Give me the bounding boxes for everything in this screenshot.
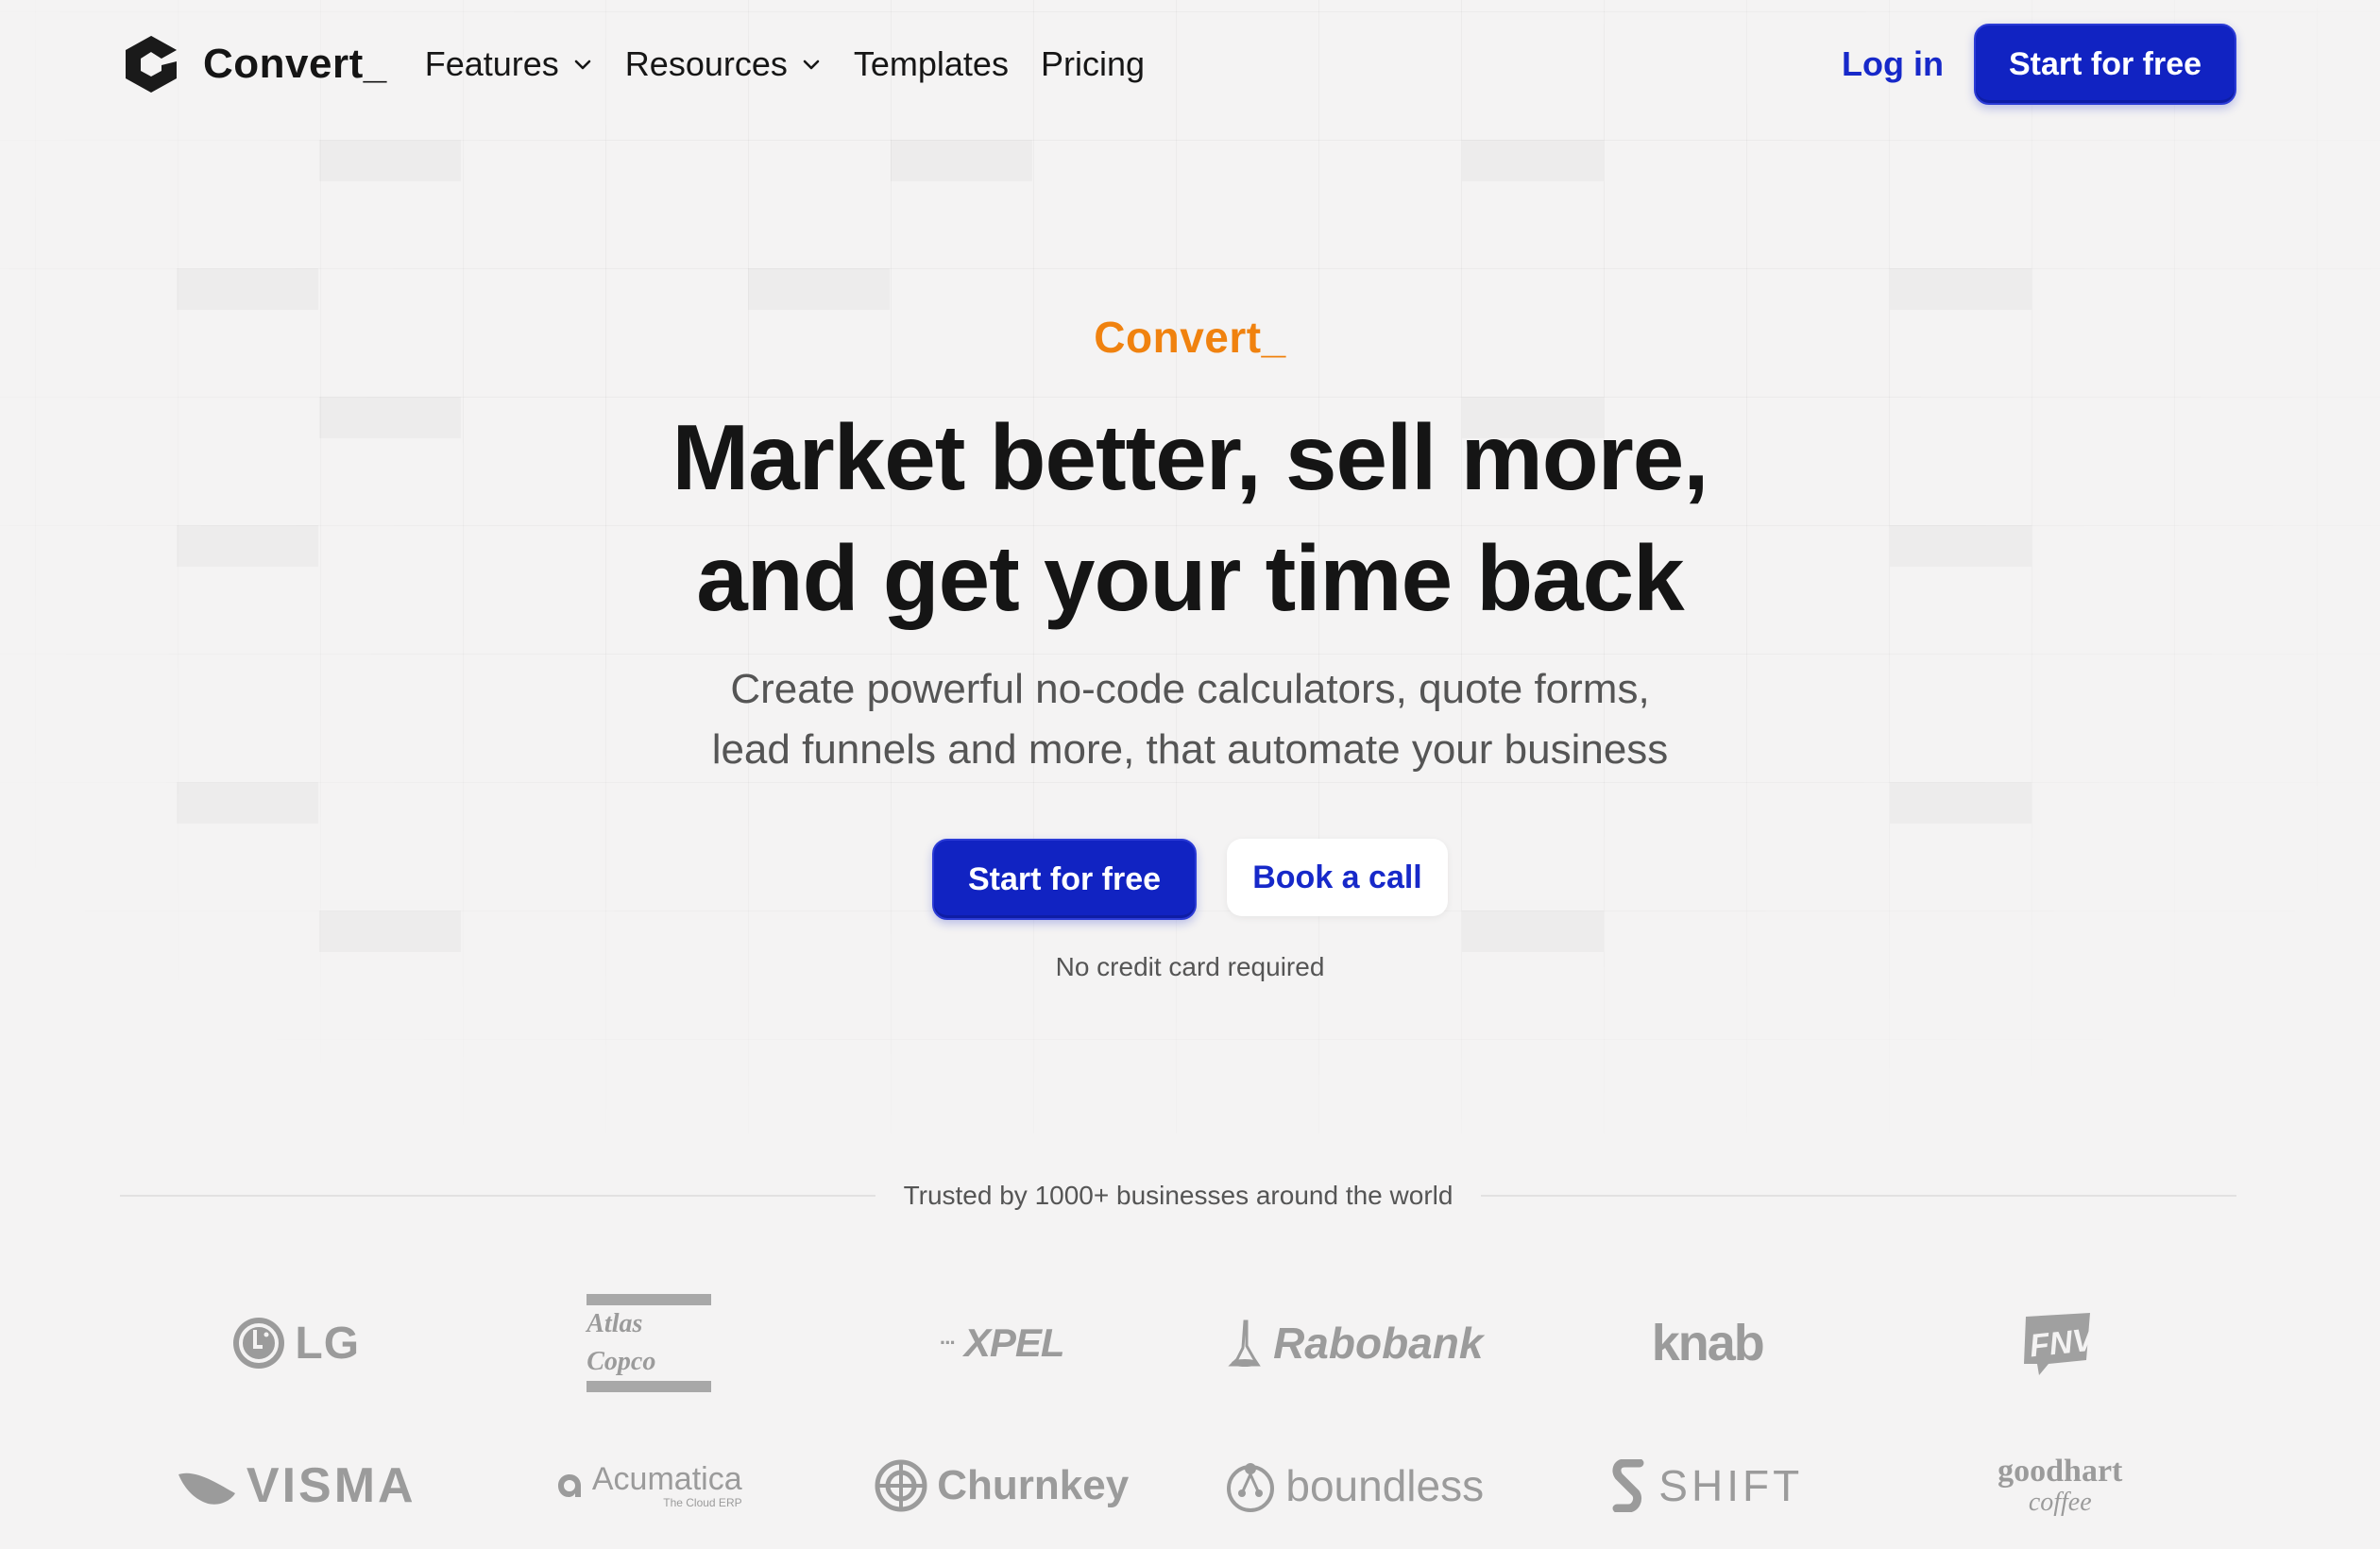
background-tile — [319, 140, 461, 181]
trusted-text: Trusted by 1000+ businesses around the w… — [903, 1181, 1454, 1210]
brand[interactable]: Convert_ — [120, 33, 387, 95]
background-tile — [891, 140, 1032, 181]
visma-logo: VISMA — [120, 1457, 473, 1514]
chevron-down-icon — [574, 60, 591, 70]
login-link[interactable]: Log in — [1842, 44, 1944, 84]
hero-section: Convert_ Market better, sell more, and g… — [0, 312, 2380, 982]
rabobank-figure-icon — [1228, 1319, 1261, 1367]
nav-templates[interactable]: Templates — [854, 44, 1009, 84]
nav-features-label: Features — [424, 44, 559, 83]
acumatica-tagline: The Cloud ERP — [663, 1496, 742, 1509]
nav-features[interactable]: Features — [425, 44, 593, 84]
no-credit-card-note: No credit card required — [1055, 952, 1325, 981]
knab-logo: knab — [1531, 1314, 1884, 1372]
hero-subhead-line2: lead funnels and more, that automate you… — [711, 726, 1669, 773]
customer-logos: LG Atlas Copco ··· XPEL Rabobank knab FN… — [120, 1294, 2236, 1528]
boundless-logo: boundless — [1179, 1457, 1532, 1514]
boundless-globe-icon — [1227, 1463, 1275, 1512]
nav-resources[interactable]: Resources — [625, 44, 822, 84]
logo-row: LG Atlas Copco ··· XPEL Rabobank knab FN… — [120, 1294, 2237, 1392]
hero-headline-line2: and get your time back — [696, 526, 1684, 630]
goodhart-text-group: goodhart coffee — [1998, 1455, 2122, 1517]
rabobank-logo-text: Rabobank — [1273, 1319, 1484, 1368]
nav-pricing[interactable]: Pricing — [1041, 44, 1145, 84]
brand-name: Convert_ — [203, 41, 387, 87]
hero-cta-group: Start for free Book a call — [0, 839, 2380, 920]
lg-logo: LG — [120, 1317, 473, 1370]
churnkey-logo-text: Churnkey — [937, 1462, 1130, 1508]
nav-pricing-label: Pricing — [1040, 44, 1145, 83]
lg-logo-text: LG — [295, 1318, 361, 1369]
shift-logo: SHIFT — [1531, 1459, 1884, 1512]
background-tile — [1890, 268, 2032, 310]
atlas-copco-bar-bottom — [586, 1381, 712, 1392]
nav-actions: Log in Start for free — [1842, 24, 2236, 105]
book-call-button[interactable]: Book a call — [1227, 839, 1448, 916]
background-tile — [748, 268, 890, 310]
boundless-logo-text: boundless — [1285, 1461, 1485, 1510]
nav-templates-label: Templates — [853, 44, 1009, 83]
trusted-divider: Trusted by 1000+ businesses around the w… — [120, 1181, 2236, 1211]
rabobank-logo: Rabobank — [1179, 1318, 1532, 1369]
nav-resources-label: Resources — [624, 44, 788, 83]
xpel-dots-icon: ··· — [939, 1331, 957, 1354]
acumatica-logo-text: Acumatica — [591, 1461, 742, 1497]
goodhart-logo-text: goodhart — [1998, 1454, 2123, 1489]
logo-row: VISMA Acumatica The Cloud ERP Churnkey b… — [120, 1443, 2236, 1528]
divider-line — [120, 1195, 876, 1197]
atlas-copco-bar-top — [586, 1294, 712, 1305]
lg-face-icon — [233, 1318, 285, 1369]
background-tile — [177, 268, 318, 310]
hero-subhead: Create powerful no-code calculators, quo… — [0, 659, 2380, 780]
hero-headline-line1: Market better, sell more, — [672, 405, 1708, 509]
xpel-logo: ··· XPEL — [825, 1320, 1179, 1366]
convert-logo-icon — [126, 36, 177, 93]
atlas-copco-text: Atlas Copco — [586, 1309, 656, 1376]
hero-eyebrow: Convert_ — [1094, 313, 1286, 362]
shift-logo-text: SHIFT — [1658, 1461, 1804, 1510]
churnkey-wheel-icon — [875, 1459, 927, 1512]
background-tile — [1462, 140, 1604, 181]
nav-links: Features Resources Templates Pricing — [425, 44, 1145, 84]
divider-line — [1481, 1195, 2236, 1197]
hero-headline: Market better, sell more, and get your t… — [0, 397, 2380, 638]
shift-s-icon — [1612, 1459, 1644, 1512]
acumatica-logo: Acumatica The Cloud ERP — [473, 1462, 826, 1509]
top-nav: Convert_ Features Resources Templates Pr… — [120, 24, 2236, 105]
knab-logo-text: knab — [1651, 1315, 1765, 1371]
churnkey-logo: Churnkey — [825, 1459, 1179, 1512]
visma-swoosh-icon — [178, 1472, 235, 1505]
hero-subhead-line1: Create powerful no-code calculators, quo… — [730, 666, 1650, 712]
goodhart-logo: goodhart coffee — [1884, 1455, 2237, 1517]
hero-start-free-button[interactable]: Start for free — [932, 839, 1197, 920]
visma-logo-text: VISMA — [246, 1458, 416, 1513]
fnv-logo-text: FNV — [2028, 1321, 2096, 1364]
chevron-down-icon — [803, 60, 820, 70]
fnv-logo: FNV — [1884, 1309, 2237, 1377]
atlas-copco-mark: Atlas Copco — [586, 1294, 712, 1392]
atlas-copco-logo: Atlas Copco — [473, 1294, 826, 1392]
acumatica-mark-icon — [557, 1474, 581, 1497]
goodhart-sub-text: coffee — [2028, 1488, 2092, 1517]
nav-start-free-button[interactable]: Start for free — [1974, 24, 2236, 105]
acumatica-text-group: Acumatica The Cloud ERP — [592, 1462, 742, 1509]
xpel-logo-text: XPEL — [963, 1320, 1065, 1365]
